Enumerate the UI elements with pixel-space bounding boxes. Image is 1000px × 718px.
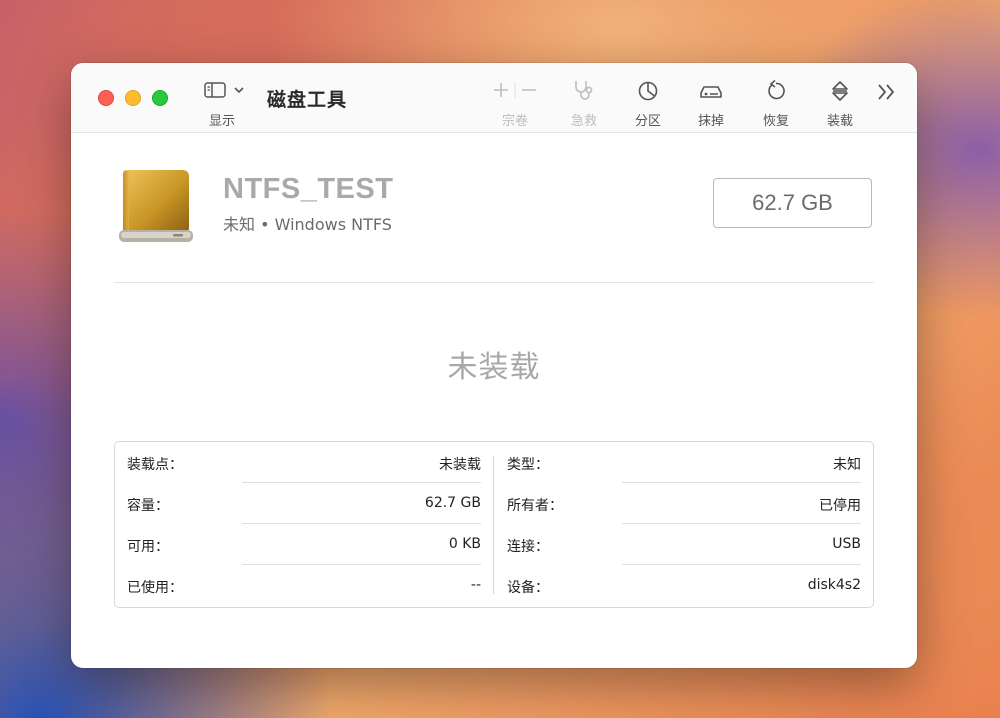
- divider: [114, 282, 874, 283]
- volume-label: 宗卷: [501, 114, 529, 129]
- info-value: 已停用: [819, 498, 861, 514]
- info-key: 已使用：: [127, 580, 183, 596]
- mount-button[interactable]: 装载: [812, 77, 868, 129]
- erase-label: 抹掉: [697, 114, 725, 129]
- info-table: 装载点： 未装载 容量： 62.7 GB 可用： 0 KB 已使用： -- 类型…: [114, 441, 874, 608]
- close-button[interactable]: [98, 90, 114, 106]
- volume-button[interactable]: 宗卷: [485, 77, 545, 129]
- info-value: 未装载: [439, 457, 481, 473]
- pie-chart-icon: [638, 81, 658, 101]
- minimize-button[interactable]: [125, 90, 141, 106]
- info-value: USB: [832, 536, 861, 552]
- info-row-available: 可用： 0 KB: [127, 524, 481, 565]
- app-title: 磁盘工具: [267, 89, 348, 111]
- info-row-used: 已使用： --: [127, 565, 481, 606]
- stethoscope-icon: [575, 81, 593, 100]
- eject-icon: [832, 81, 848, 101]
- restore-button[interactable]: 恢复: [748, 77, 804, 129]
- info-key: 类型：: [507, 457, 549, 473]
- info-key: 设备：: [507, 580, 549, 596]
- sidebar-icon: [204, 82, 226, 98]
- info-value: --: [470, 577, 481, 593]
- zoom-button[interactable]: [152, 90, 168, 106]
- column-separator: [493, 456, 494, 594]
- first-aid-button[interactable]: 急救: [556, 77, 612, 129]
- volume-name: NTFS_TEST: [223, 173, 394, 205]
- info-row-mount-point: 装载点： 未装载: [127, 442, 481, 483]
- first-aid-label: 急救: [570, 114, 598, 129]
- info-key: 容量：: [127, 498, 169, 514]
- info-value: 0 KB: [448, 536, 481, 552]
- plus-minus-icon: [494, 82, 536, 98]
- restore-label: 恢复: [762, 114, 790, 129]
- info-row-capacity: 容量： 62.7 GB: [127, 483, 481, 524]
- erase-button[interactable]: 抹掉: [683, 77, 739, 129]
- view-button[interactable]: [204, 81, 254, 101]
- info-row-owners: 所有者： 已停用: [507, 483, 861, 524]
- info-row-device: 设备： disk4s2: [507, 565, 861, 606]
- info-key: 所有者：: [507, 498, 563, 514]
- external-drive-icon: [117, 168, 195, 248]
- info-value: 未知: [833, 457, 861, 473]
- eraser-car-icon: [700, 86, 722, 98]
- toolbar-overflow-button[interactable]: [875, 81, 901, 103]
- partition-label: 分区: [634, 114, 662, 129]
- info-row-type: 类型： 未知: [507, 442, 861, 483]
- volume-subtitle: 未知 • Windows NTFS: [223, 215, 392, 234]
- mount-label: 装载: [826, 114, 854, 129]
- info-key: 装载点：: [127, 457, 183, 473]
- chevron-down-icon: [234, 87, 244, 94]
- disk-utility-window: 显示 磁盘工具 宗卷 急救 分区 抹掉 恢复 装载 NTFS_TEST 未知 •…: [71, 63, 917, 668]
- partition-button[interactable]: 分区: [620, 77, 676, 129]
- capacity-badge: 62.7 GB: [713, 178, 872, 228]
- info-key: 连接：: [507, 539, 549, 555]
- mount-status-text: 未装载: [447, 350, 541, 385]
- double-chevron-icon: [878, 84, 895, 100]
- view-label: 显示: [209, 114, 236, 129]
- info-column-right: 类型： 未知 所有者： 已停用 连接： USB 设备： disk4s2: [495, 442, 875, 607]
- info-key: 可用：: [127, 539, 169, 555]
- toolbar: 显示 磁盘工具 宗卷 急救 分区 抹掉 恢复 装载: [71, 63, 917, 133]
- restore-arrow-icon: [768, 79, 785, 100]
- info-column-left: 装载点： 未装载 容量： 62.7 GB 可用： 0 KB 已使用： --: [115, 442, 495, 607]
- info-row-connection: 连接： USB: [507, 524, 861, 565]
- info-value: disk4s2: [807, 577, 861, 593]
- info-value: 62.7 GB: [424, 495, 481, 511]
